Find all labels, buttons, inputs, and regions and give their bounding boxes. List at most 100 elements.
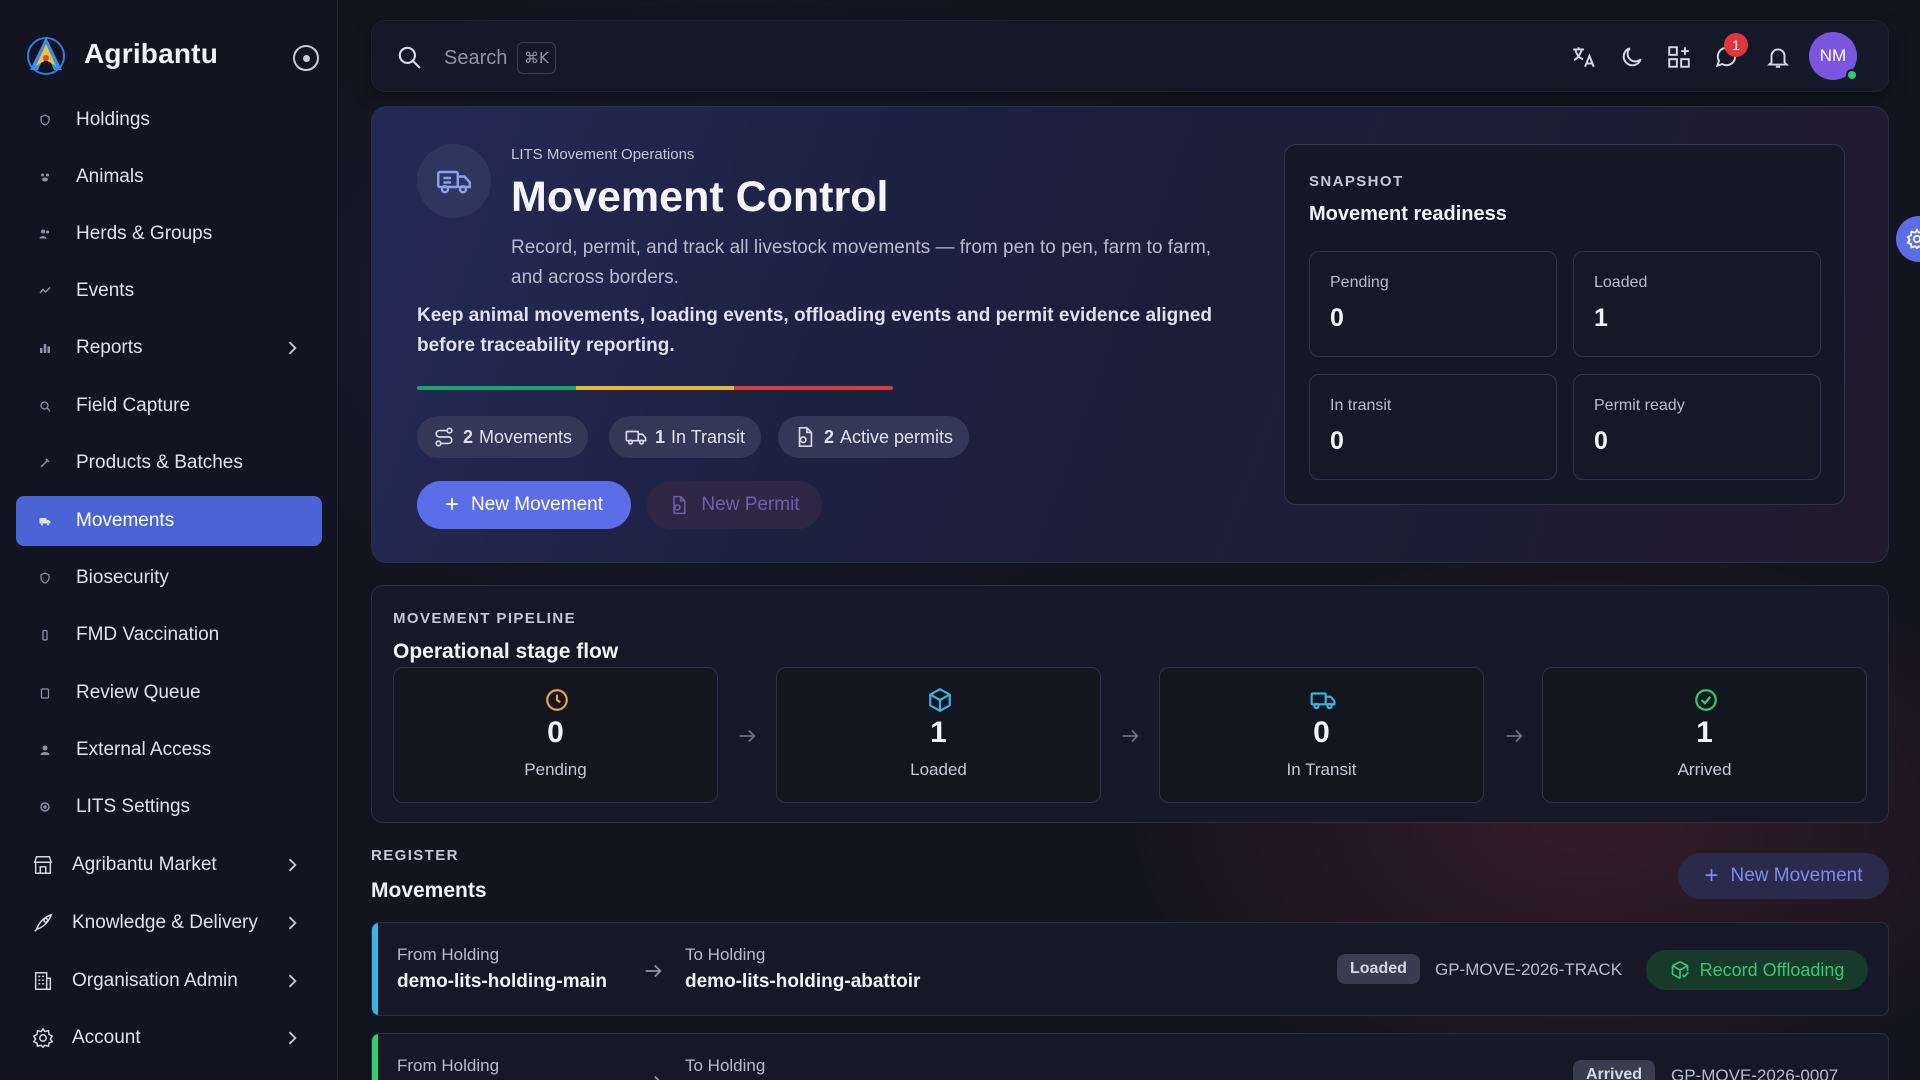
- status-badge: Loaded: [1337, 954, 1420, 984]
- sidebar-item-field-capture[interactable]: Field Capture: [16, 381, 322, 431]
- from-holding-label: From Holding: [397, 1056, 500, 1075]
- check-circle-icon: [1695, 689, 1717, 711]
- store-icon: [32, 852, 54, 878]
- new-permit-button[interactable]: New Permit: [647, 481, 822, 529]
- snapshot-card-pending: Pending 0: [1309, 251, 1557, 357]
- sidebar-item-herds-groups[interactable]: Herds & Groups: [16, 209, 322, 259]
- paw-icon: [34, 171, 56, 183]
- in-transit-count-pill: 1 In Transit: [609, 416, 762, 458]
- sidebar-item-holdings[interactable]: Holdings: [16, 95, 322, 145]
- sidebar-item-movements[interactable]: Movements: [16, 496, 322, 546]
- chevron-right-icon: [288, 341, 297, 355]
- stage-in-transit[interactable]: 0 In Transit: [1159, 667, 1484, 803]
- bar-chart-icon: [34, 342, 56, 354]
- stripe-yellow: [575, 386, 735, 390]
- register-title: Movements: [371, 879, 487, 902]
- user-icon: [34, 744, 56, 756]
- sidebar-collapse-button[interactable]: [293, 45, 319, 71]
- pill-label: Active permits: [840, 426, 954, 447]
- stage-label: Arrived: [1677, 760, 1732, 779]
- stripe-green: [417, 386, 576, 390]
- online-status-dot: [1846, 69, 1858, 81]
- bell-icon[interactable]: [1765, 44, 1791, 70]
- sidebar: Agribantu Holdings Animals Herds & Group…: [0, 0, 338, 1080]
- translate-icon[interactable]: [1571, 44, 1597, 70]
- sidebar-item-fmd-vaccination[interactable]: FMD Vaccination: [16, 610, 322, 660]
- notification-count-badge: 1: [1724, 33, 1748, 57]
- agribantu-logo-icon: [27, 37, 65, 75]
- snapshot-card-value: 0: [1330, 427, 1344, 455]
- truck-icon: [34, 515, 56, 527]
- snapshot-card-label: Loaded: [1594, 274, 1648, 291]
- snapshot-card-label: Pending: [1330, 274, 1389, 291]
- chevron-right-icon: [288, 974, 297, 988]
- sidebar-item-organisation-admin[interactable]: Organisation Admin: [16, 956, 322, 1006]
- sidebar-item-label: Herds & Groups: [76, 223, 213, 244]
- brand[interactable]: Agribantu: [24, 32, 218, 76]
- search-input[interactable]: Search: [444, 47, 507, 70]
- sidebar-item-label: External Access: [76, 739, 212, 760]
- sidebar-item-label: Knowledge & Delivery: [72, 912, 258, 933]
- sidebar-item-label: Animals: [76, 166, 144, 187]
- stage-loaded[interactable]: 1 Loaded: [776, 667, 1101, 803]
- truck-icon: [625, 430, 647, 445]
- table-row[interactable]: From Holding To Holding Arrived GP-MOVE-…: [371, 1033, 1889, 1080]
- stage-arrived[interactable]: 1 Arrived: [1542, 667, 1867, 803]
- pipeline-title: Operational stage flow: [393, 640, 619, 663]
- snapshot-card-loaded: Loaded 1: [1573, 251, 1821, 357]
- new-movement-label: New Movement: [1730, 865, 1863, 886]
- stripe-red: [734, 386, 893, 390]
- table-row[interactable]: From Holding demo-lits-holding-main To H…: [371, 922, 1889, 1016]
- shield-icon: [34, 114, 56, 126]
- page-title: Movement Control: [511, 173, 889, 221]
- clock-icon: [546, 689, 568, 711]
- stage-value: 0: [1313, 716, 1330, 749]
- stage-label: In Transit: [1286, 760, 1357, 779]
- vial-icon: [34, 629, 56, 641]
- sidebar-item-biosecurity[interactable]: Biosecurity: [16, 553, 322, 603]
- snapshot-panel: SNAPSHOT Movement readiness Pending 0 Lo…: [1284, 144, 1845, 505]
- top-bar: Search ⌘K 1 NM: [371, 20, 1889, 92]
- sidebar-item-events[interactable]: Events: [16, 266, 322, 316]
- stage-value: 1: [1696, 716, 1713, 749]
- new-movement-button[interactable]: + New Movement: [417, 481, 631, 529]
- apps-grid-icon[interactable]: [1666, 44, 1692, 70]
- sidebar-item-label: Reports: [76, 337, 143, 358]
- pill-count: 1: [655, 426, 666, 447]
- to-holding-label: To Holding: [685, 1056, 766, 1075]
- register-new-movement-button[interactable]: + New Movement: [1678, 853, 1889, 899]
- movement-pipeline-panel: MOVEMENT PIPELINE Operational stage flow…: [371, 585, 1889, 823]
- sidebar-item-label: Events: [76, 280, 135, 301]
- sidebar-item-animals[interactable]: Animals: [16, 152, 322, 202]
- sidebar-item-lits-settings[interactable]: LITS Settings: [16, 782, 322, 832]
- sidebar-item-label: Holdings: [76, 109, 150, 130]
- settings-icon: [34, 801, 56, 813]
- pill-count: 2: [463, 426, 474, 447]
- snapshot-card-value: 0: [1330, 304, 1344, 332]
- search-icon[interactable]: [396, 44, 422, 70]
- brand-name: Agribantu: [84, 38, 219, 69]
- arrow-right-icon: [739, 729, 756, 743]
- snapshot-card-label: In transit: [1330, 397, 1392, 414]
- sidebar-item-agribantu-market[interactable]: Agribantu Market: [16, 840, 322, 890]
- chevron-right-icon: [288, 858, 297, 872]
- sidebar-item-products-batches[interactable]: Products & Batches: [16, 438, 322, 488]
- permit-code: GP-MOVE-2026-0007: [1671, 1066, 1839, 1080]
- sidebar-item-knowledge-delivery[interactable]: Knowledge & Delivery: [16, 898, 322, 948]
- stage-pending[interactable]: 0 Pending: [393, 667, 718, 803]
- sidebar-item-account[interactable]: Account: [16, 1013, 322, 1063]
- rocket-icon: [32, 910, 54, 936]
- sidebar-item-external-access[interactable]: External Access: [16, 725, 322, 775]
- record-offloading-button[interactable]: Record Offloading: [1646, 950, 1868, 990]
- plus-icon: +: [444, 491, 459, 518]
- pill-label: In Transit: [671, 426, 746, 447]
- stage-label: Loaded: [910, 760, 967, 779]
- hero-description: Record, permit, and track all livestock …: [511, 237, 1212, 288]
- moon-icon[interactable]: [1619, 44, 1645, 70]
- register-eyebrow: REGISTER: [371, 847, 459, 864]
- syringe-icon: [34, 457, 56, 469]
- sidebar-item-reports[interactable]: Reports: [16, 323, 322, 373]
- sidebar-item-label: Review Queue: [76, 682, 201, 703]
- snapshot-card-value: 0: [1594, 427, 1608, 455]
- sidebar-item-review-queue[interactable]: Review Queue: [16, 668, 322, 718]
